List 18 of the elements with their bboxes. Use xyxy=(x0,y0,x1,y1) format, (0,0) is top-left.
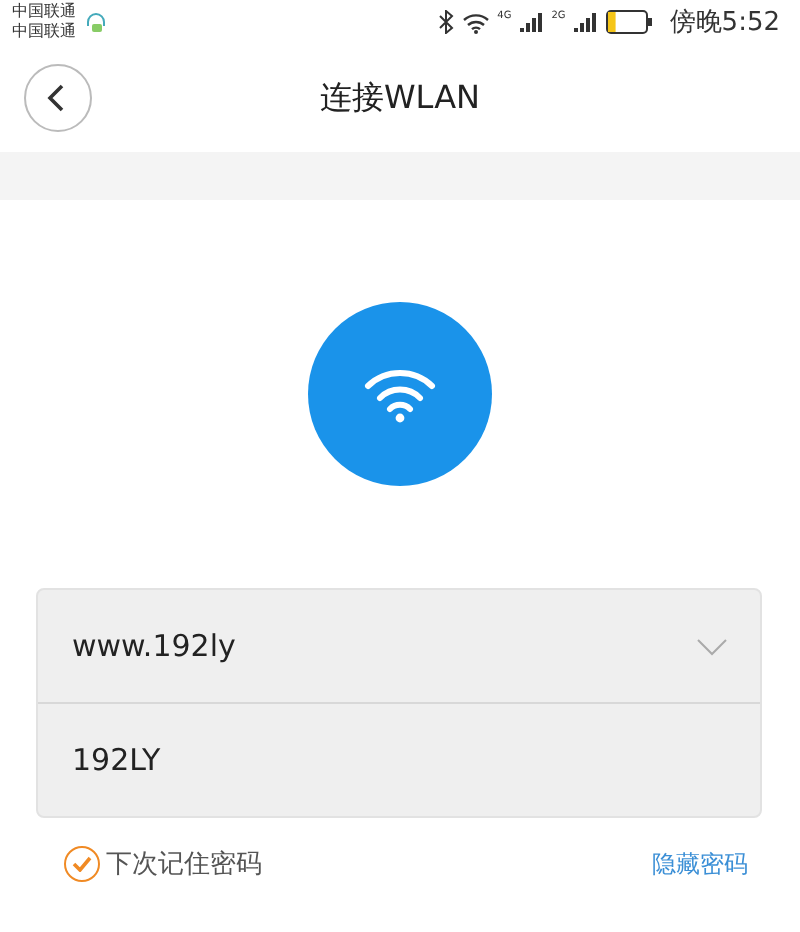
hide-password-link[interactable]: 隐藏密码 xyxy=(652,847,748,881)
carrier-name: 中国联通 xyxy=(12,22,76,42)
page-title: 连接WLAN xyxy=(319,77,480,119)
network-name-field[interactable]: www.192ly xyxy=(72,628,696,664)
headset-icon xyxy=(84,10,108,34)
wifi-icon xyxy=(362,364,438,424)
chevron-icon[interactable] xyxy=(696,637,728,655)
back-button[interactable] xyxy=(24,64,92,132)
signal-icon xyxy=(519,12,544,32)
wifi-icon xyxy=(461,11,490,33)
clock-time: 傍晚5:52 xyxy=(669,6,780,40)
carrier-name: 中国联通 xyxy=(12,2,76,22)
checkmark-icon[interactable] xyxy=(72,856,92,872)
bluetooth-icon xyxy=(437,10,454,34)
remember-label: 下次记住密码 xyxy=(106,848,264,882)
password-field[interactable]: 192LY xyxy=(72,742,728,778)
signal-icon xyxy=(573,12,598,32)
remember-checkbox[interactable] xyxy=(64,846,100,882)
